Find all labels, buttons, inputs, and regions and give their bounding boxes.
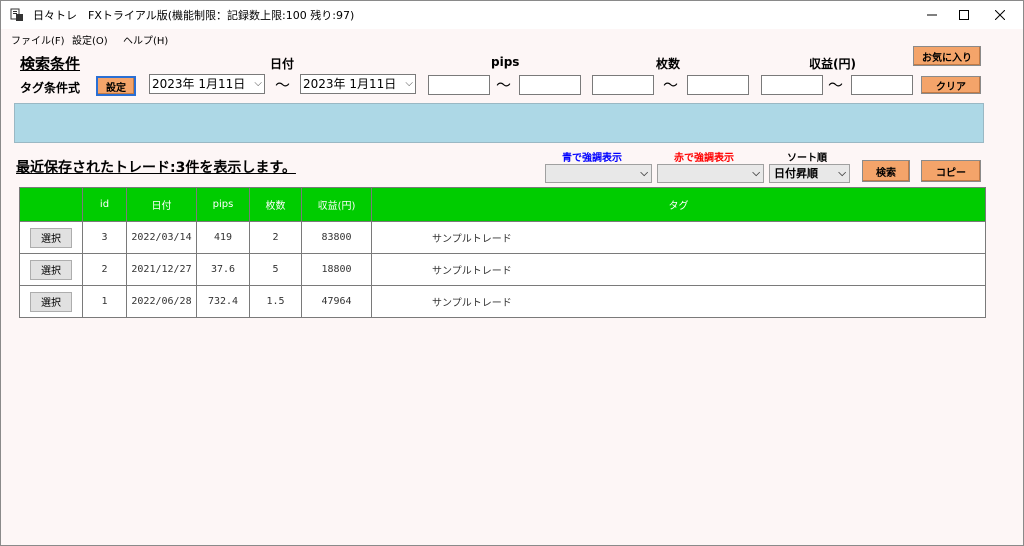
date-cell: 2021/12/27	[126, 254, 196, 285]
lots-range-tilde: 〜	[663, 76, 679, 94]
tag-condition-display	[14, 103, 984, 143]
pips-label: pips	[491, 55, 520, 69]
date-to-picker[interactable]: 2023年 1月11日 ⌵	[300, 74, 416, 94]
tag-settings-button[interactable]: 設定	[96, 76, 136, 96]
select-button[interactable]: 選択	[30, 291, 72, 312]
column-header-lots[interactable]: 枚数	[249, 188, 301, 221]
table-row[interactable]: 選択 1 2022/06/28 732.4 1.5 47964 サンプルトレード	[20, 285, 985, 317]
tag-cell: サンプルトレード	[371, 254, 985, 285]
pips-min-input[interactable]	[428, 75, 490, 95]
lots-label: 枚数	[656, 57, 681, 71]
select-cell: 選択	[20, 254, 82, 285]
lots-min-input[interactable]	[592, 75, 654, 95]
chevron-down-icon: ⌵	[254, 78, 262, 89]
favorite-button[interactable]: お気に入り	[913, 46, 981, 66]
date-label: 日付	[270, 57, 295, 71]
title-bar: 日々トレ FXトライアル版(機能制限：記録数上限:100 残り:97)	[1, 1, 1023, 29]
date-to-value: 2023年 1月11日	[303, 77, 397, 91]
pips-range-tilde: 〜	[496, 76, 512, 94]
select-cell: 選択	[20, 222, 82, 253]
red-highlight-select[interactable]: ⌵	[657, 164, 764, 183]
id-cell: 3	[82, 222, 126, 253]
app-window: 日々トレ FXトライアル版(機能制限：記録数上限:100 残り:97) ファイル…	[0, 0, 1024, 546]
chevron-down-icon: ⌵	[838, 168, 846, 179]
profit-cell: 18800	[301, 254, 371, 285]
lots-cell: 2	[249, 222, 301, 253]
date-from-picker[interactable]: 2023年 1月11日 ⌵	[149, 74, 265, 94]
profit-label: 収益(円)	[809, 57, 856, 71]
pips-max-input[interactable]	[519, 75, 581, 95]
column-header-tag[interactable]: タグ	[371, 188, 985, 221]
sort-order-value: 日付昇順	[774, 167, 818, 180]
date-range-tilde: 〜	[275, 76, 291, 94]
chevron-down-icon: ⌵	[752, 168, 760, 179]
lots-cell: 1.5	[249, 286, 301, 317]
column-header-profit[interactable]: 収益(円)	[301, 188, 371, 221]
select-button[interactable]: 選択	[30, 259, 72, 280]
sort-label: ソート順	[787, 153, 827, 164]
table-row[interactable]: 選択 2 2021/12/27 37.6 5 18800 サンプルトレード	[20, 253, 985, 285]
menu-help[interactable]: ヘルプ(H)	[123, 32, 168, 47]
table-header: id 日付 pips 枚数 収益(円) タグ	[20, 188, 985, 221]
clear-button[interactable]: クリア	[921, 76, 981, 94]
blue-highlight-label: 青で強調表示	[562, 153, 622, 164]
profit-range-tilde: 〜	[828, 76, 844, 94]
column-header-pips[interactable]: pips	[196, 188, 249, 221]
date-cell: 2022/03/14	[126, 222, 196, 253]
minimize-icon	[927, 14, 937, 16]
pips-cell: 419	[196, 222, 249, 253]
select-cell: 選択	[20, 286, 82, 317]
window-title: 日々トレ FXトライアル版(機能制限：記録数上限:100 残り:97)	[33, 9, 355, 22]
column-header-select	[20, 188, 82, 221]
id-cell: 2	[82, 254, 126, 285]
select-button[interactable]: 選択	[30, 227, 72, 248]
column-header-date[interactable]: 日付	[126, 188, 196, 221]
lots-max-input[interactable]	[687, 75, 749, 95]
close-icon	[995, 10, 1005, 20]
blue-highlight-select[interactable]: ⌵	[545, 164, 652, 183]
profit-cell: 47964	[301, 286, 371, 317]
tag-condition-label: タグ条件式	[20, 81, 81, 95]
chevron-down-icon: ⌵	[405, 78, 413, 89]
menu-bar: ファイル(F) 設定(O) ヘルプ(H)	[1, 29, 1023, 49]
maximize-icon	[959, 10, 969, 20]
close-button[interactable]	[977, 1, 1023, 29]
tag-cell: サンプルトレード	[371, 222, 985, 253]
sort-order-select[interactable]: 日付昇順 ⌵	[769, 164, 850, 183]
tag-cell: サンプルトレード	[371, 286, 985, 317]
app-icon	[10, 8, 23, 21]
results-summary: 最近保存されたトレード:3件を表示します。	[16, 160, 296, 176]
profit-max-input[interactable]	[851, 75, 913, 95]
date-cell: 2022/06/28	[126, 286, 196, 317]
menu-file[interactable]: ファイル(F)	[11, 32, 65, 47]
profit-min-input[interactable]	[761, 75, 823, 95]
copy-button[interactable]: コピー	[921, 160, 981, 182]
table-row[interactable]: 選択 3 2022/03/14 419 2 83800 サンプルトレード	[20, 221, 985, 253]
pips-cell: 732.4	[196, 286, 249, 317]
date-from-value: 2023年 1月11日	[152, 77, 246, 91]
search-heading: 検索条件	[20, 55, 81, 73]
profit-cell: 83800	[301, 222, 371, 253]
lots-cell: 5	[249, 254, 301, 285]
red-highlight-label: 赤で強調表示	[674, 153, 734, 164]
id-cell: 1	[82, 286, 126, 317]
menu-settings[interactable]: 設定(O)	[72, 32, 108, 47]
column-header-id[interactable]: id	[82, 188, 126, 221]
trade-table: id 日付 pips 枚数 収益(円) タグ 選択 3 2022/03/14 4…	[19, 187, 986, 318]
search-button[interactable]: 検索	[862, 160, 910, 182]
pips-cell: 37.6	[196, 254, 249, 285]
chevron-down-icon: ⌵	[640, 168, 648, 179]
